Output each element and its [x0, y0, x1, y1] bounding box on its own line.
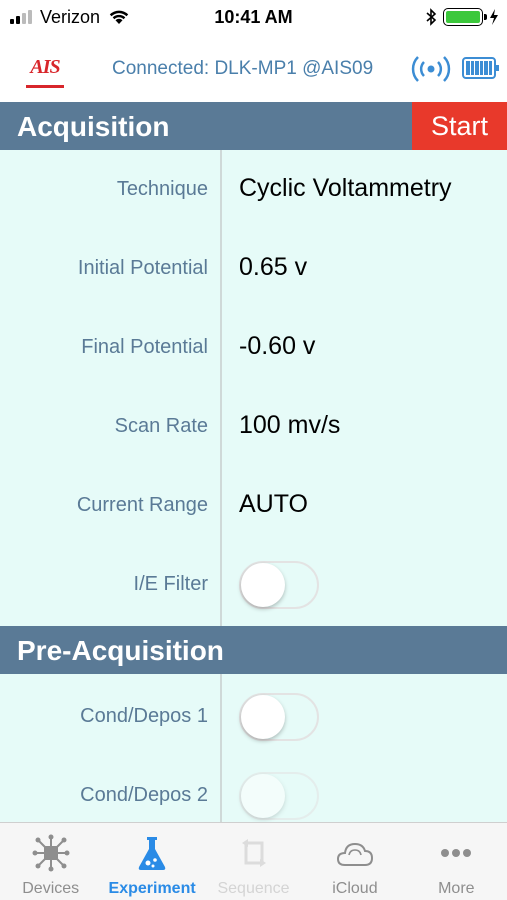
toggle-knob [241, 774, 285, 818]
tab-experiment[interactable]: Experiment [101, 823, 202, 900]
current-range-label: Current Range [76, 494, 208, 516]
cloud-icon [336, 842, 373, 866]
wireless-signal-icon[interactable] [410, 54, 452, 84]
tab-icloud[interactable]: iCloud [304, 823, 405, 900]
cellular-signal-icon [10, 10, 32, 24]
scan-rate-label: Scan Rate [114, 415, 208, 437]
cond-depos-2-toggle[interactable] [239, 772, 319, 820]
status-left: Verizon [10, 7, 130, 27]
toggle-knob [241, 563, 285, 607]
scan-rate-row[interactable]: Scan Rate 100 mv/s [0, 407, 507, 447]
status-right [425, 8, 499, 26]
ais-logo: AIS [26, 50, 64, 88]
carrier-name: Verizon [40, 6, 101, 27]
pre-acquisition-form: Cond/Depos 1 Cond/Depos 2 [0, 674, 507, 822]
current-range-row[interactable]: Current Range AUTO [0, 486, 507, 526]
status-bar: Verizon 10:41 AM [0, 0, 507, 36]
tab-more[interactable]: More [406, 823, 507, 900]
cond-depos-1-label: Cond/Depos 1 [80, 705, 208, 727]
more-icon [441, 849, 472, 857]
toggle-knob [241, 695, 285, 739]
initial-potential-value[interactable]: 0.65 v [239, 253, 307, 282]
tab-sequence-label: Sequence [217, 880, 290, 897]
devices-icon [32, 834, 70, 872]
start-button[interactable]: Start [412, 102, 507, 150]
acquisition-form: Technique Cyclic Voltammetry Initial Pot… [0, 150, 507, 626]
scan-rate-value[interactable]: 100 mv/s [239, 411, 340, 440]
ie-filter-toggle[interactable] [239, 561, 319, 609]
ie-filter-label: I/E Filter [133, 573, 208, 595]
tab-devices[interactable]: Devices [0, 823, 101, 900]
cond-depos-1-row: Cond/Depos 1 [0, 693, 507, 741]
phone-battery-icon [443, 8, 487, 26]
acquisition-title: Acquisition [17, 111, 170, 142]
technique-value[interactable]: Cyclic Voltammetry [239, 174, 452, 203]
device-battery-icon [462, 57, 499, 79]
final-potential-row[interactable]: Final Potential -0.60 v [0, 328, 507, 368]
tab-experiment-label: Experiment [108, 880, 196, 897]
initial-potential-label: Initial Potential [77, 257, 208, 279]
charging-bolt-icon [490, 9, 498, 25]
cond-depos-2-label: Cond/Depos 2 [80, 784, 208, 806]
wifi-icon [109, 10, 129, 24]
technique-row[interactable]: Technique Cyclic Voltammetry [0, 170, 507, 210]
acquisition-section-header: Acquisition Start [0, 102, 507, 150]
tab-devices-label: Devices [22, 880, 80, 897]
ie-filter-row: I/E Filter [0, 561, 507, 609]
sequence-icon [241, 839, 266, 867]
cond-depos-2-row: Cond/Depos 2 [0, 772, 507, 820]
final-potential-value[interactable]: -0.60 v [239, 332, 315, 361]
technique-label: Technique [116, 178, 208, 200]
tab-icloud-label: iCloud [332, 880, 378, 897]
cond-depos-1-toggle[interactable] [239, 693, 319, 741]
current-range-value[interactable]: AUTO [239, 490, 308, 519]
tab-sequence[interactable]: Sequence [203, 823, 304, 900]
pre-acquisition-title: Pre-Acquisition [17, 635, 224, 666]
bluetooth-icon [426, 8, 437, 26]
final-potential-label: Final Potential [81, 336, 208, 358]
connection-status[interactable]: Connected: DLK-MP1 @AIS09 [112, 58, 373, 80]
tab-bar: Devices Experiment Sequence iCloud More [0, 822, 507, 900]
initial-potential-row[interactable]: Initial Potential 0.65 v [0, 249, 507, 289]
flask-icon [138, 837, 166, 870]
pre-acquisition-section-header: Pre-Acquisition [0, 626, 507, 674]
tab-more-label: More [438, 880, 475, 897]
column-divider [220, 150, 222, 626]
app-header: AIS Connected: DLK-MP1 @AIS09 [0, 36, 507, 102]
